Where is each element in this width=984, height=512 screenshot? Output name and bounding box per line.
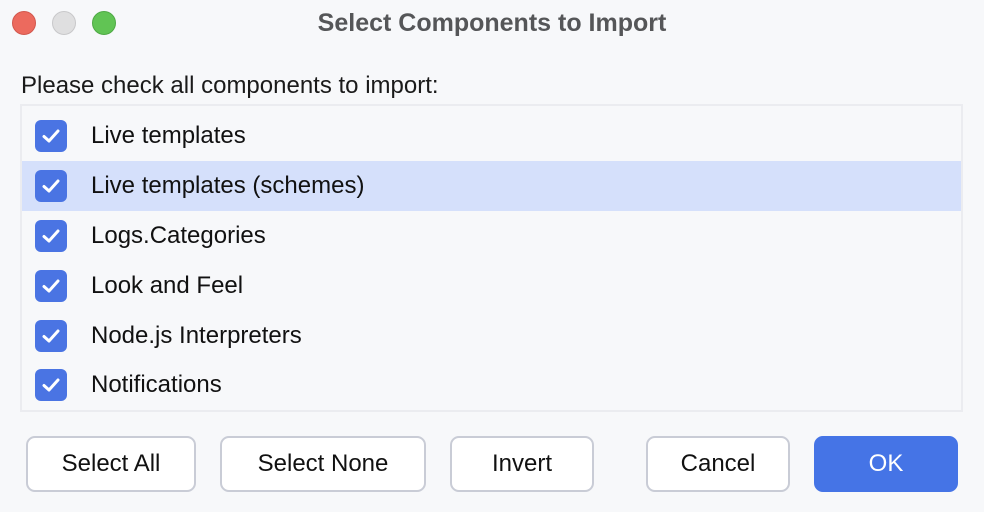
list-item-2[interactable]: Logs.Categories [22,211,961,261]
item-label: Logs.Categories [91,222,266,249]
checkbox[interactable] [35,270,67,302]
checkmark-icon [42,378,60,392]
checkbox[interactable] [35,320,67,352]
item-label: Node.js Interpreters [91,322,302,349]
item-label: Live templates [91,122,246,149]
select-all-button[interactable]: Select All [26,436,196,492]
ok-button[interactable]: OK [814,436,958,492]
list-item-0[interactable]: Live templates [22,111,961,161]
checkbox[interactable] [35,120,67,152]
checkbox[interactable] [35,170,67,202]
list-item-4[interactable]: Node.js Interpreters [22,311,961,361]
item-label: Notifications [91,371,222,398]
list-item-1[interactable]: Live templates (schemes) [22,161,961,211]
checkmark-icon [42,279,60,293]
checkmark-icon [42,229,60,243]
invert-button[interactable]: Invert [450,436,594,492]
title-bar: Select Components to Import [0,0,984,48]
dialog-title: Select Components to Import [317,9,667,37]
list-item-3[interactable]: Look and Feel [22,261,961,311]
item-label: Live templates (schemes) [91,172,365,199]
instruction-label: Please check all components to import: [21,72,439,99]
cancel-button[interactable]: Cancel [646,436,790,492]
components-list[interactable]: Live templates Live templates (schemes) … [20,104,963,412]
checkmark-icon [42,179,60,193]
checkbox[interactable] [35,220,67,252]
checkmark-icon [42,329,60,343]
checkbox[interactable] [35,369,67,401]
select-none-button[interactable]: Select None [220,436,426,492]
checkmark-icon [42,129,60,143]
list-item-5[interactable]: Notifications [22,360,961,410]
item-label: Look and Feel [91,272,244,299]
